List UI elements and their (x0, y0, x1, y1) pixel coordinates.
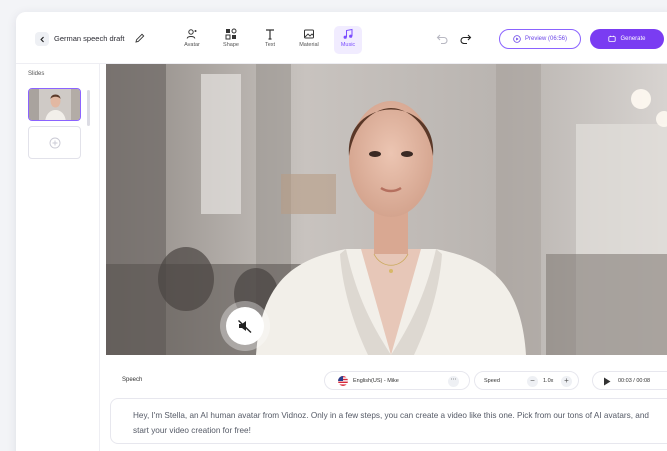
back-button[interactable] (35, 32, 49, 46)
generate-button[interactable]: Generate (590, 29, 664, 49)
undo-icon[interactable] (436, 33, 449, 44)
slide-thumbnail[interactable] (28, 88, 81, 121)
more-icon[interactable]: ⋯ (448, 376, 459, 387)
speed-increase-button[interactable]: + (561, 376, 572, 387)
generate-icon (608, 35, 617, 42)
tool-material-label: Material (299, 42, 319, 48)
editor-window: German speech draft Avatar Shape Text Ma… (16, 12, 667, 451)
speed-label: Speed (484, 378, 500, 384)
add-slide-button[interactable] (28, 126, 81, 159)
tool-shape[interactable]: Shape (217, 26, 245, 54)
audio-player[interactable]: 00:03 / 00:08 (592, 371, 667, 390)
avatar-icon (186, 29, 197, 39)
speed-value: 1.0x (543, 378, 554, 384)
tool-music[interactable]: Music (334, 26, 362, 54)
preview-button[interactable]: Preview (06:56) (499, 29, 581, 49)
speed-decrease-button[interactable]: − (527, 376, 538, 387)
video-canvas[interactable] (106, 64, 667, 355)
speed-control: Speed − 1.0x + (474, 371, 579, 390)
avatar-scene-image (106, 64, 667, 355)
shape-icon (225, 28, 237, 40)
voice-selector[interactable]: English(US) - Mike ⋯ (324, 371, 470, 390)
play-icon[interactable] (603, 377, 611, 386)
playback-time: 00:03 / 00:08 (618, 378, 651, 384)
text-icon (266, 29, 274, 40)
speech-heading: Speech (122, 377, 143, 383)
slides-scrollbar[interactable] (87, 90, 90, 126)
tool-avatar[interactable]: Avatar (178, 26, 206, 54)
us-flag-icon (338, 376, 348, 386)
preview-label: Preview (06:56) (524, 36, 568, 42)
tool-text-label: Text (264, 42, 276, 48)
tool-shape-label: Shape (223, 42, 239, 48)
slides-panel: Slides (16, 64, 100, 451)
tool-avatar-label: Avatar (184, 42, 200, 48)
plus-circle-icon (49, 137, 60, 148)
play-circle-icon (513, 35, 521, 43)
mute-button-inner (226, 307, 264, 345)
tool-music-label: Music (340, 42, 356, 48)
speaker-muted-icon (238, 319, 252, 334)
tool-material[interactable]: Material (295, 26, 323, 54)
slides-heading: Slides (28, 71, 45, 77)
chevron-left-icon (39, 36, 44, 42)
document-title[interactable]: German speech draft (54, 34, 124, 43)
script-text: Hey, I'm Stella, an AI human avatar from… (133, 411, 649, 435)
script-input[interactable]: Hey, I'm Stella, an AI human avatar from… (110, 398, 667, 444)
mute-button[interactable] (220, 301, 270, 351)
top-toolbar: German speech draft Avatar Shape Text Ma… (16, 12, 667, 64)
voice-name: English(US) - Mike (353, 378, 399, 384)
tool-text[interactable]: Text (256, 26, 284, 54)
material-icon (304, 29, 314, 39)
redo-icon[interactable] (459, 33, 472, 44)
music-icon (343, 28, 353, 39)
speech-toolbar: Speech English(US) - Mike ⋯ Speed − 1.0x… (106, 366, 667, 396)
pencil-icon[interactable] (134, 32, 146, 44)
generate-label: Generate (620, 36, 646, 42)
slide-preview-image (29, 89, 80, 120)
